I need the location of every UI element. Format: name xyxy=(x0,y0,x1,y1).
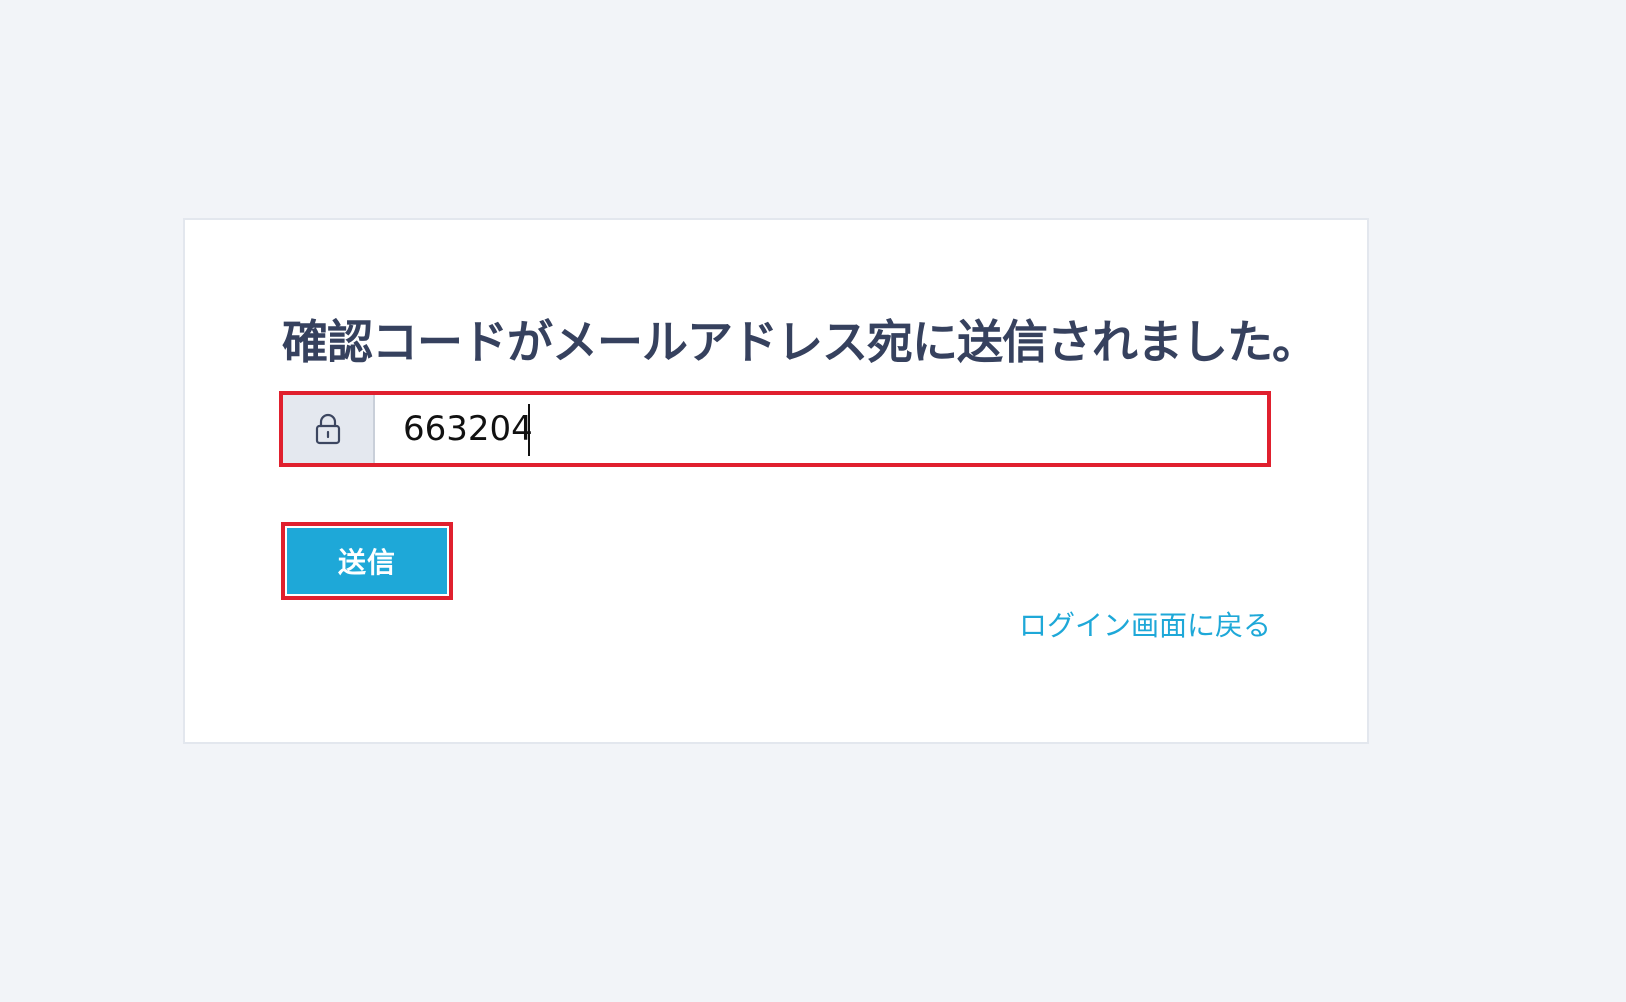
lock-icon xyxy=(314,413,342,445)
input-addon-lock xyxy=(283,395,375,463)
submit-button[interactable]: 送信 xyxy=(287,528,447,594)
verification-code-input[interactable] xyxy=(375,395,1267,463)
verification-code-field-group xyxy=(279,391,1271,467)
page-title: 確認コードがメールアドレス宛に送信されました。 xyxy=(282,315,1318,369)
submit-button-highlight: 送信 xyxy=(281,522,453,600)
text-cursor xyxy=(528,404,530,456)
verification-card xyxy=(183,218,1369,744)
back-to-login-link[interactable]: ログイン画面に戻る xyxy=(1019,604,1271,644)
